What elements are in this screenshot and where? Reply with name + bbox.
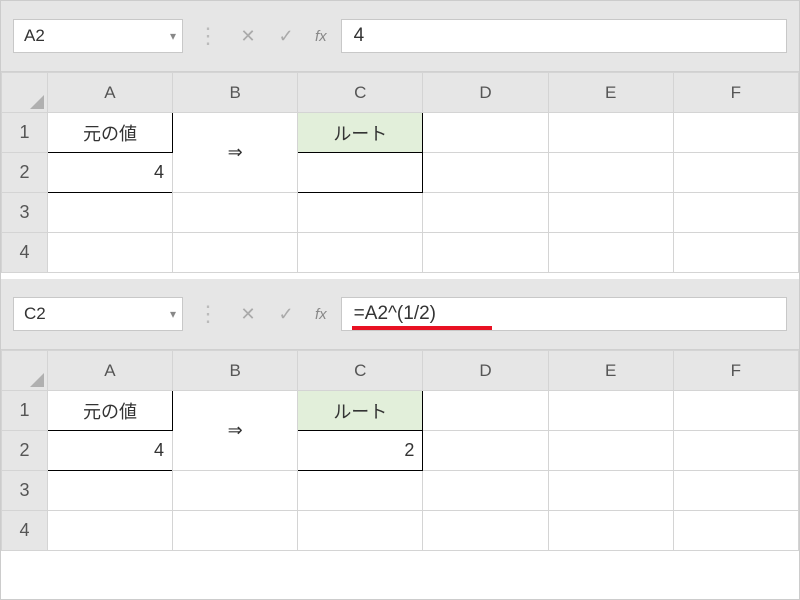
enter-icon[interactable]: ✓ — [271, 21, 301, 51]
cancel-icon[interactable]: ✕ — [233, 21, 263, 51]
cell-e1[interactable] — [548, 113, 673, 153]
cell-d3[interactable] — [423, 193, 548, 233]
dropdown-icon[interactable]: ▾ — [170, 307, 176, 321]
row-header-4[interactable]: 4 — [2, 233, 48, 273]
cell-a2[interactable]: 4 — [47, 153, 172, 193]
name-box-value: C2 — [24, 304, 46, 324]
formula-bar: C2 ▾ ⋮ ✕ ✓ fx =A2^(1/2) — [1, 279, 799, 350]
cell-f2[interactable] — [673, 153, 798, 193]
cell-c3[interactable] — [298, 193, 423, 233]
row-header-3[interactable]: 3 — [2, 471, 48, 511]
spreadsheet-grid: A B C D E F 1 元の値 ⇒ ルート 2 4 2 — [1, 350, 799, 551]
cell-c1[interactable]: ルート — [298, 391, 423, 431]
cell-c3[interactable] — [298, 471, 423, 511]
cell-e2[interactable] — [548, 431, 673, 471]
fx-icon[interactable]: fx — [309, 28, 333, 45]
select-all-corner[interactable] — [2, 351, 48, 391]
cell-f2[interactable] — [673, 431, 798, 471]
row-header-1[interactable]: 1 — [2, 113, 48, 153]
cell-a4[interactable] — [47, 233, 172, 273]
cell-d1[interactable] — [423, 113, 548, 153]
column-header-d[interactable]: D — [423, 351, 548, 391]
cell-e1[interactable] — [548, 391, 673, 431]
cell-e4[interactable] — [548, 233, 673, 273]
spreadsheet-grid: A B C D E F 1 元の値 ⇒ ルート 2 4 — [1, 72, 799, 273]
enter-icon[interactable]: ✓ — [271, 299, 301, 329]
row-header-3[interactable]: 3 — [2, 193, 48, 233]
column-header-f[interactable]: F — [673, 351, 798, 391]
column-header-b[interactable]: B — [173, 351, 298, 391]
column-header-f[interactable]: F — [673, 73, 798, 113]
cell-c4[interactable] — [298, 511, 423, 551]
dropdown-icon[interactable]: ▾ — [170, 29, 176, 43]
cell-a2[interactable]: 4 — [47, 431, 172, 471]
cell-b-arrow[interactable]: ⇒ — [173, 113, 298, 193]
cell-b3[interactable] — [173, 471, 298, 511]
name-box-value: A2 — [24, 26, 45, 46]
highlight-underline — [352, 326, 492, 330]
cell-e3[interactable] — [548, 471, 673, 511]
cell-c4[interactable] — [298, 233, 423, 273]
cell-f4[interactable] — [673, 511, 798, 551]
cell-d4[interactable] — [423, 511, 548, 551]
cancel-icon[interactable]: ✕ — [233, 299, 263, 329]
formula-input-value: 4 — [354, 25, 365, 47]
column-header-b[interactable]: B — [173, 73, 298, 113]
cell-f3[interactable] — [673, 471, 798, 511]
cell-b3[interactable] — [173, 193, 298, 233]
formula-bar: A2 ▾ ⋮ ✕ ✓ fx 4 — [1, 1, 799, 72]
cell-a1[interactable]: 元の値 — [47, 391, 172, 431]
separator-icon: ⋮ — [191, 23, 225, 49]
column-header-e[interactable]: E — [548, 351, 673, 391]
cell-c2[interactable]: 2 — [298, 431, 423, 471]
column-header-d[interactable]: D — [423, 73, 548, 113]
name-box[interactable]: C2 ▾ — [13, 297, 183, 331]
cell-a3[interactable] — [47, 193, 172, 233]
excel-panel-top: A2 ▾ ⋮ ✕ ✓ fx 4 A B C D E F 1 元の値 ⇒ — [1, 1, 799, 273]
row-header-2[interactable]: 2 — [2, 153, 48, 193]
column-header-c[interactable]: C — [298, 351, 423, 391]
cell-d4[interactable] — [423, 233, 548, 273]
cell-b4[interactable] — [173, 233, 298, 273]
cell-f1[interactable] — [673, 113, 798, 153]
cell-d2[interactable] — [423, 431, 548, 471]
cell-e4[interactable] — [548, 511, 673, 551]
cell-f1[interactable] — [673, 391, 798, 431]
name-box[interactable]: A2 ▾ — [13, 19, 183, 53]
cell-a4[interactable] — [47, 511, 172, 551]
cell-e3[interactable] — [548, 193, 673, 233]
cell-a1[interactable]: 元の値 — [47, 113, 172, 153]
cell-c1[interactable]: ルート — [298, 113, 423, 153]
row-header-2[interactable]: 2 — [2, 431, 48, 471]
formula-input-value: =A2^(1/2) — [354, 303, 436, 325]
cell-c2[interactable] — [298, 153, 423, 193]
cell-b-arrow[interactable]: ⇒ — [173, 391, 298, 471]
cell-f3[interactable] — [673, 193, 798, 233]
cell-e2[interactable] — [548, 153, 673, 193]
fx-icon[interactable]: fx — [309, 306, 333, 323]
cell-d2[interactable] — [423, 153, 548, 193]
row-header-4[interactable]: 4 — [2, 511, 48, 551]
column-header-a[interactable]: A — [47, 73, 172, 113]
cell-b4[interactable] — [173, 511, 298, 551]
cell-d1[interactable] — [423, 391, 548, 431]
column-header-e[interactable]: E — [548, 73, 673, 113]
formula-input[interactable]: =A2^(1/2) — [341, 297, 787, 331]
row-header-1[interactable]: 1 — [2, 391, 48, 431]
cell-a3[interactable] — [47, 471, 172, 511]
separator-icon: ⋮ — [191, 301, 225, 327]
formula-input[interactable]: 4 — [341, 19, 787, 53]
cell-f4[interactable] — [673, 233, 798, 273]
column-header-a[interactable]: A — [47, 351, 172, 391]
column-header-c[interactable]: C — [298, 73, 423, 113]
select-all-corner[interactable] — [2, 73, 48, 113]
cell-d3[interactable] — [423, 471, 548, 511]
excel-panel-bottom: C2 ▾ ⋮ ✕ ✓ fx =A2^(1/2) A B C D E F 1 元の… — [1, 279, 799, 551]
